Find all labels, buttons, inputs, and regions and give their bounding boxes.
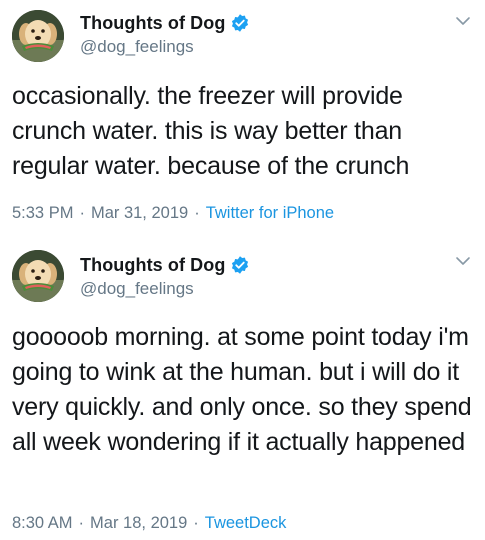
chevron-down-icon[interactable] <box>455 14 471 26</box>
avatar[interactable] <box>12 10 64 62</box>
chevron-down-icon[interactable] <box>455 254 471 266</box>
tweet-date[interactable]: Mar 18, 2019 <box>90 514 187 532</box>
tweet-source-link[interactable]: Twitter for iPhone <box>206 204 334 222</box>
display-name[interactable]: Thoughts of Dog <box>80 255 225 276</box>
avatar[interactable] <box>12 250 64 302</box>
tweet-text: gooooob morning. at some point today i'm… <box>12 323 479 456</box>
handle[interactable]: @dog_feelings <box>80 279 250 299</box>
meta-separator: · <box>193 514 199 532</box>
tweet-source-link[interactable]: TweetDeck <box>205 514 287 532</box>
author-block[interactable]: Thoughts of Dog @dog_feelings <box>80 253 250 303</box>
handle[interactable]: @dog_feelings <box>80 37 250 57</box>
tweet[interactable]: Thoughts of Dog @dog_feelings occasional… <box>0 0 485 242</box>
meta-separator: · <box>78 514 85 532</box>
tweet-meta: 5:33 PM · Mar 31, 2019 · Twitter for iPhone <box>12 204 334 223</box>
tweet[interactable]: Thoughts of Dog @dog_feelings gooooob mo… <box>0 242 485 540</box>
tweet-meta: 8:30 AM · Mar 18, 2019 · TweetDeck <box>12 514 286 533</box>
tweet-date[interactable]: Mar 31, 2019 <box>91 204 188 222</box>
tweet-time[interactable]: 5:33 PM <box>12 204 73 222</box>
author-block[interactable]: Thoughts of Dog @dog_feelings <box>80 11 250 61</box>
tweet-time[interactable]: 8:30 AM <box>12 514 73 532</box>
verified-badge-icon <box>230 13 250 33</box>
verified-badge-icon <box>230 255 250 275</box>
meta-separator: · <box>194 204 200 222</box>
tweet-text: occasionally. the freezer will provide c… <box>12 82 410 180</box>
display-name[interactable]: Thoughts of Dog <box>80 13 225 34</box>
meta-separator: · <box>79 204 85 222</box>
